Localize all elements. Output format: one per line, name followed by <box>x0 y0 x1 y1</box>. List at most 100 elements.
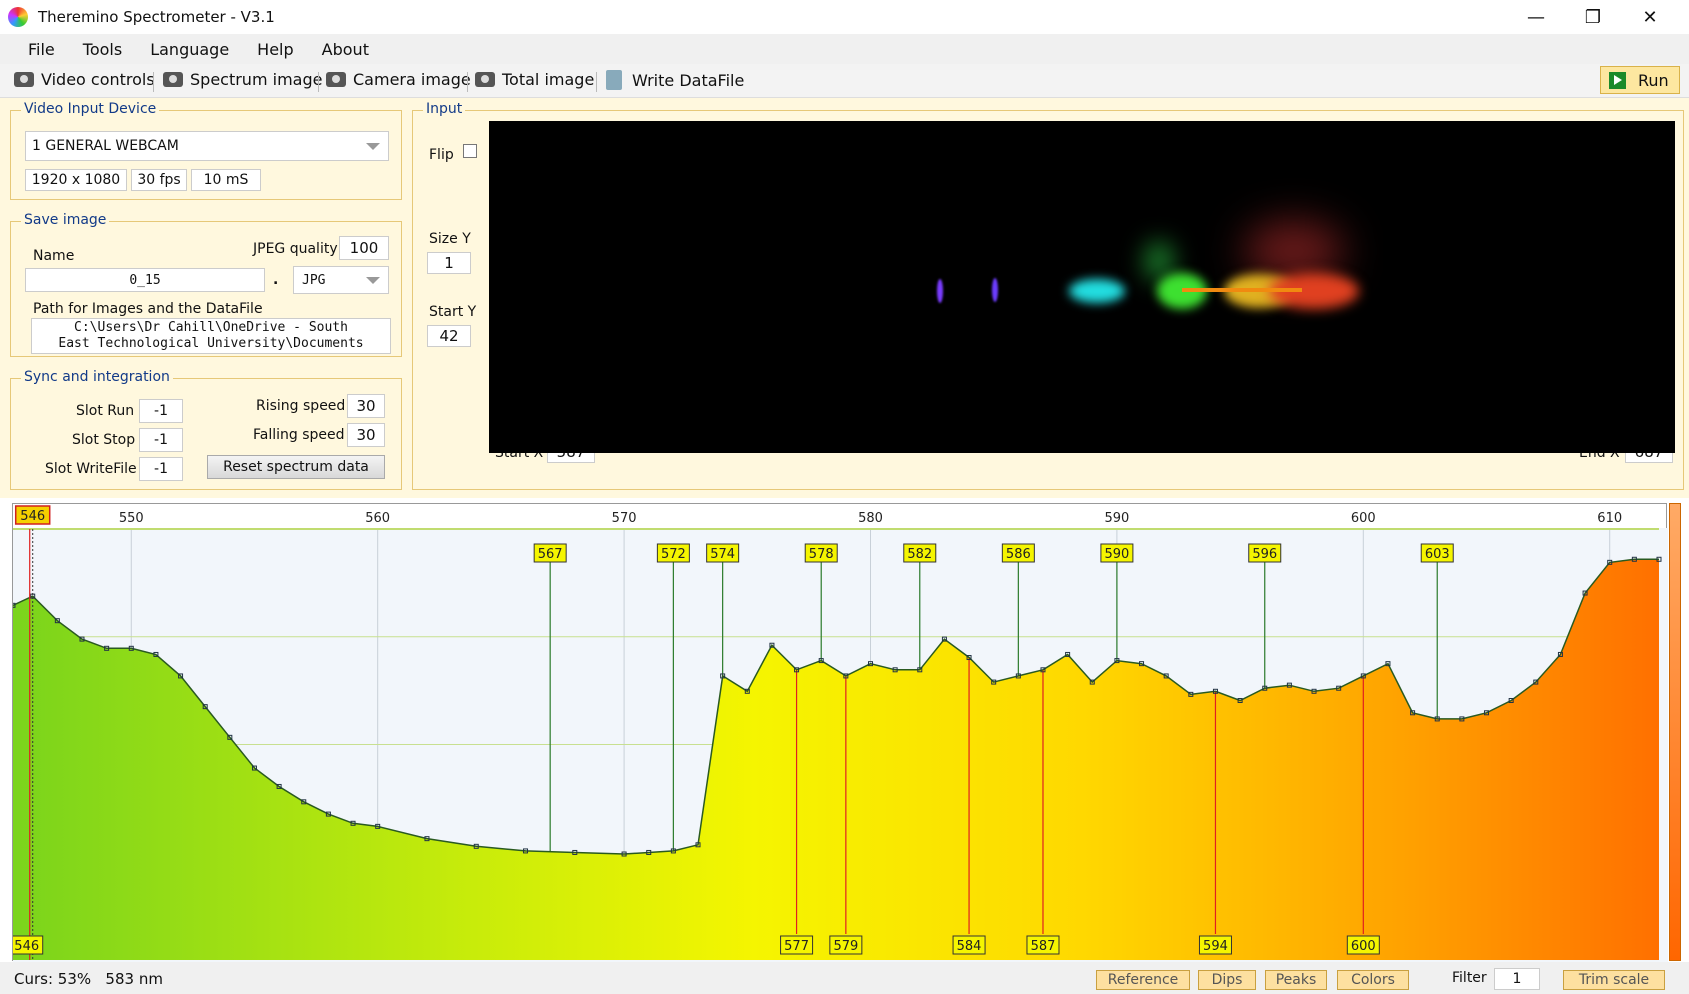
total-image-button[interactable]: Total image <box>475 70 594 89</box>
play-icon <box>1609 71 1626 89</box>
menu-about[interactable]: About <box>322 40 369 59</box>
dip-label-text: 577 <box>784 939 809 954</box>
spectrum-svg[interactable]: 550 560 570 580 590 600 610 567 572 574 578 582 586… <box>13 504 1668 962</box>
spectrum-line-cyan <box>1069 279 1125 303</box>
start-y-field[interactable]: 42 <box>427 325 471 347</box>
tick-label: 560 <box>365 511 390 526</box>
jpeg-quality-field[interactable]: 100 <box>339 236 389 260</box>
spectrum-image-label: Spectrum image <box>190 70 323 89</box>
image-name-field[interactable]: 0_15 <box>25 268 265 292</box>
dips-button[interactable]: Dips <box>1198 970 1256 990</box>
trim-scale-button[interactable]: Trim scale <box>1563 970 1665 990</box>
camera-icon <box>163 72 183 87</box>
save-image-legend: Save image <box>21 212 110 228</box>
peak-label-text: 567 <box>538 547 563 562</box>
menu-bar: File Tools Language Help About <box>0 34 1689 64</box>
peak-label: 574 <box>706 543 740 563</box>
colors-button[interactable]: Colors <box>1337 970 1409 990</box>
dip-label: 579 <box>829 935 863 955</box>
reference-button[interactable]: Reference <box>1096 970 1190 990</box>
write-datafile-button[interactable]: Write DataFile <box>606 70 744 90</box>
peak-label: 567 <box>533 543 567 563</box>
menu-tools[interactable]: Tools <box>83 40 122 59</box>
peak-label-text: 603 <box>1425 547 1450 562</box>
fps-field[interactable]: 30 fps <box>131 169 187 191</box>
exposure-field[interactable]: 10 mS <box>191 169 261 191</box>
slot-stop-field[interactable]: -1 <box>139 428 183 452</box>
video-input-group: Video Input Device 1 GENERAL WEBCAM 1920… <box>10 101 402 200</box>
dip-label: 577 <box>780 935 814 955</box>
vertical-scrollbar[interactable] <box>1669 503 1681 961</box>
peak-label: 572 <box>656 543 690 563</box>
minimize-icon[interactable]: — <box>1508 0 1564 34</box>
peak-label: 586 <box>1001 543 1035 563</box>
dip-label-text: 584 <box>957 939 982 954</box>
reset-spectrum-button[interactable]: Reset spectrum data <box>207 455 385 479</box>
x-ticks: 550 560 570 580 590 600 610 <box>119 511 1622 526</box>
cursor-readout: Curs: 53% 583 nm <box>14 970 163 988</box>
save-image-group: Save image Name JPEG quality 100 0_15 . … <box>10 212 402 357</box>
filter-field[interactable]: 1 <box>1494 968 1540 990</box>
video-device-select[interactable]: 1 GENERAL WEBCAM <box>25 131 389 161</box>
spectrum-line-violet <box>937 279 943 303</box>
flip-checkbox[interactable] <box>463 144 477 158</box>
start-y-label: Start Y <box>429 304 477 320</box>
menu-help[interactable]: Help <box>257 40 293 59</box>
peak-label-text: 590 <box>1104 547 1129 562</box>
camera-image-button[interactable]: Camera image <box>326 70 471 89</box>
run-button[interactable]: Run <box>1600 66 1680 94</box>
menu-language[interactable]: Language <box>150 40 229 59</box>
rising-speed-label: Rising speed <box>256 398 346 414</box>
path-field[interactable]: C:\Users\Dr Cahill\OneDrive - South East… <box>31 318 391 354</box>
menu-file[interactable]: File <box>28 40 55 59</box>
peak-label: 603 <box>1420 543 1454 563</box>
falling-speed-field[interactable]: 30 <box>347 423 385 447</box>
cursor-label-top-text: 546 <box>20 509 45 524</box>
slot-writefile-label: Slot WriteFile <box>45 461 137 477</box>
video-controls-button[interactable]: Video controls <box>14 70 155 89</box>
toolbar: Video controls Spectrum image Camera ima… <box>0 64 1689 98</box>
cursor-label-top: 546 <box>14 505 51 525</box>
dip-label: 587 <box>1026 935 1060 955</box>
dip-label-text: 579 <box>833 939 858 954</box>
tick-label: 570 <box>612 511 637 526</box>
path-label: Path for Images and the DataFile <box>33 301 263 317</box>
camera-icon <box>475 72 495 87</box>
spectrum-glow-red <box>1244 221 1344 281</box>
peaks-button[interactable]: Peaks <box>1265 970 1327 990</box>
spectrum-image-button[interactable]: Spectrum image <box>163 70 322 89</box>
flip-label: Flip <box>429 147 454 163</box>
tick-label: 550 <box>119 511 144 526</box>
image-format-value: JPG <box>302 272 326 288</box>
camera-view[interactable] <box>489 121 1675 453</box>
peak-label-text: 582 <box>907 547 932 562</box>
run-label: Run <box>1638 70 1669 90</box>
slot-writefile-field[interactable]: -1 <box>139 457 183 481</box>
camera-image-label: Camera image <box>353 70 471 89</box>
slot-run-field[interactable]: -1 <box>139 399 183 423</box>
filter-label: Filter <box>1452 970 1487 986</box>
dip-label: 584 <box>952 935 986 955</box>
peak-label: 578 <box>804 543 838 563</box>
status-bar: Curs: 53% 583 nm Reference Dips Peaks Co… <box>0 962 1689 994</box>
resolution-field[interactable]: 1920 x 1080 <box>25 169 127 191</box>
peak-label-text: 578 <box>809 547 834 562</box>
image-format-select[interactable]: JPG <box>293 266 389 294</box>
close-icon[interactable]: ✕ <box>1622 0 1678 34</box>
slot-run-label: Slot Run <box>76 403 135 419</box>
path-line-2: East Technological University\Documents <box>58 336 364 351</box>
size-y-label: Size Y <box>429 231 471 247</box>
app-icon <box>8 7 28 27</box>
path-line-1: C:\Users\Dr Cahill\OneDrive - South <box>74 320 348 335</box>
dip-label: 600 <box>1346 935 1380 955</box>
dip-label-text: 600 <box>1351 939 1376 954</box>
rising-speed-field[interactable]: 30 <box>347 394 385 418</box>
size-y-field[interactable]: 1 <box>427 252 471 274</box>
peak-label: 582 <box>903 543 937 563</box>
window-title: Theremino Spectrometer - V3.1 <box>38 8 275 26</box>
tick-label: 590 <box>1104 511 1129 526</box>
video-device-value: 1 GENERAL WEBCAM <box>32 138 179 154</box>
selection-bar[interactable] <box>1182 288 1302 292</box>
restore-icon[interactable]: ❐ <box>1565 0 1621 34</box>
spectrum-chart[interactable]: 550 560 570 580 590 600 610 567 572 574 578 582 586… <box>12 503 1668 962</box>
